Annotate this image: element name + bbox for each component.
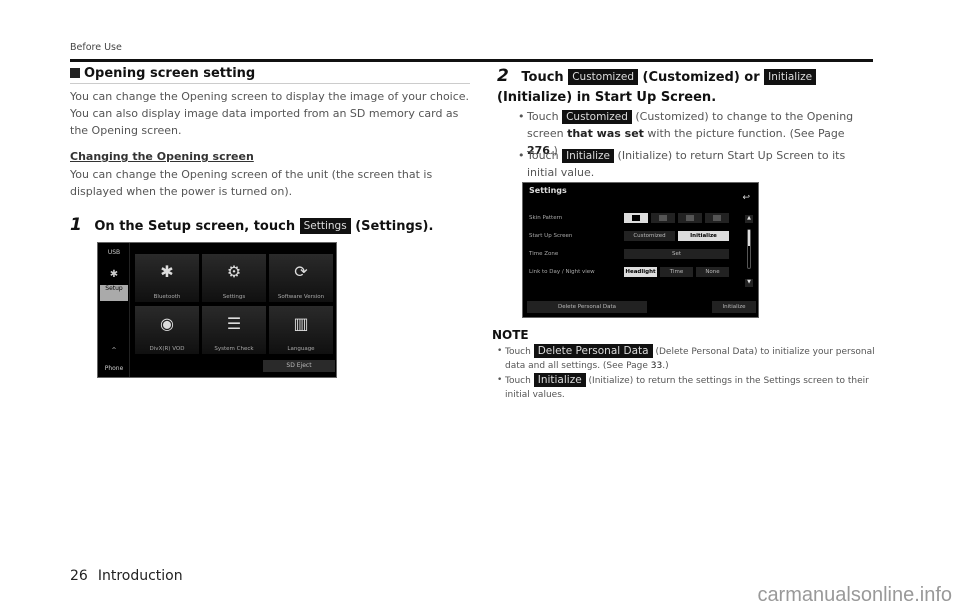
square-bullet-icon xyxy=(70,68,80,78)
tile-label: System Check xyxy=(214,346,254,352)
bullet-bold: that was set xyxy=(567,127,644,140)
scroll-thumb xyxy=(748,230,750,246)
tile-label: Bluetooth xyxy=(153,294,181,300)
back-icon: ↩ xyxy=(742,193,750,203)
tile-divx: ◉ DivX(R) VOD xyxy=(135,306,199,354)
note-text: .) xyxy=(662,361,669,371)
time-zone-set-button: Set xyxy=(624,249,729,259)
wrench-gear-icon: ⚙ xyxy=(226,262,242,281)
section-label: Before Use xyxy=(70,42,122,53)
refresh-icon: ⟳ xyxy=(294,262,308,281)
none-option: None xyxy=(696,267,729,277)
bullet-text: with the picture function. (See Page xyxy=(647,127,845,140)
section-title: Opening screen setting xyxy=(70,66,470,84)
row-time-zone: Time Zone xyxy=(529,251,559,257)
tile-system-check: ☰ System Check xyxy=(202,306,266,354)
tile-settings: ⚙ Settings xyxy=(202,254,266,302)
scrollbar: ▲ ▼ xyxy=(745,215,753,287)
header-rule xyxy=(70,59,873,62)
skin-swatch-2 xyxy=(651,213,675,223)
tile-label: Settings xyxy=(222,294,246,300)
section-title-text: Opening screen setting xyxy=(84,66,256,81)
page-footer: 26 Introduction xyxy=(70,568,193,584)
sd-eject-button: SD Eject xyxy=(263,360,335,372)
step-1: 1 On the Setup screen, touch Settings (S… xyxy=(70,215,433,235)
initialize-chip: Initialize xyxy=(533,373,586,387)
step-text: On the Setup screen, touch xyxy=(94,219,296,234)
checklist-icon: ☰ xyxy=(226,314,242,333)
tile-bluetooth: ✱ Bluetooth xyxy=(135,254,199,302)
customized-chip: Customized xyxy=(562,110,632,124)
bluetooth-icon: ✱ xyxy=(109,269,119,280)
initialize-button: Initialize xyxy=(712,301,756,313)
time-option: Time xyxy=(660,267,693,277)
step-text-end: (Settings). xyxy=(355,219,434,234)
setup-sidebar: USB ✱ Setup ^ Phone xyxy=(98,243,130,377)
settings-screen-image: Settings ↩ Skin Pattern Start Up Screen … xyxy=(522,182,759,318)
book-icon: ▥ xyxy=(293,314,309,333)
tile-software-version: ⟳ Software Version xyxy=(269,254,333,302)
skin-swatch-4 xyxy=(705,213,729,223)
scroll-up-icon: ▲ xyxy=(745,215,753,223)
step-number: 1 xyxy=(70,215,82,235)
watermark: carmanualsonline.info xyxy=(757,584,952,606)
row-skin-pattern: Skin Pattern xyxy=(529,215,563,221)
tile-label: DivX(R) VOD xyxy=(149,346,185,352)
initialize-chip: Initialize xyxy=(562,149,615,163)
step-2: 2 Touch Customized (Customized) or Initi… xyxy=(497,66,877,108)
tile-label: Language xyxy=(287,346,315,352)
customized-option: Customized xyxy=(624,231,675,241)
bullet-initialize: Touch Initialize (Initialize) to return … xyxy=(518,147,877,181)
headlight-option: Headlight xyxy=(624,267,657,277)
intro-paragraph: You can change the Opening screen to dis… xyxy=(70,90,470,137)
settings-chip: Settings xyxy=(299,218,351,234)
bullet-text: Touch xyxy=(527,149,559,162)
sidebar-item-usb: USB xyxy=(107,249,121,256)
disc-icon: ◉ xyxy=(160,314,174,333)
row-start-up-screen: Start Up Screen xyxy=(529,233,573,239)
page-reference: 33 xyxy=(650,361,663,371)
chevron-up-icon: ^ xyxy=(111,347,117,354)
skin-swatch-1 xyxy=(624,213,648,223)
tile-language: ▥ Language xyxy=(269,306,333,354)
sidebar-item-setup: Setup xyxy=(100,285,128,301)
delete-personal-data-button: Delete Personal Data xyxy=(527,301,647,313)
tile-label: Software Version xyxy=(277,294,325,300)
initialize-option: Initialize xyxy=(678,231,729,241)
sub-heading: Changing the Opening screen xyxy=(70,150,254,163)
step-number: 2 xyxy=(497,66,509,86)
scroll-track xyxy=(747,229,751,269)
row-link-day-night: Link to Day / Night view xyxy=(529,269,595,275)
note-item-initialize: Touch Initialize (Initialize) to return … xyxy=(497,373,875,402)
step-text-end: (Initialize) in Start Up Screen. xyxy=(497,90,717,105)
chapter-name: Introduction xyxy=(97,568,183,584)
step-text-mid: (Customized) or xyxy=(642,70,760,85)
sub-paragraph: You can change the Opening screen of the… xyxy=(70,168,433,198)
skin-swatch-3 xyxy=(678,213,702,223)
initialize-chip: Initialize xyxy=(764,69,817,85)
note-text: Touch xyxy=(505,347,531,357)
note-item-delete: Touch Delete Personal Data (Delete Perso… xyxy=(497,344,875,373)
bullet-text: Touch xyxy=(527,110,559,123)
scroll-down-icon: ▼ xyxy=(745,279,753,287)
note-title: NOTE xyxy=(492,328,529,342)
page-number: 26 xyxy=(70,568,88,584)
step-text: Touch xyxy=(521,70,564,85)
delete-personal-data-chip: Delete Personal Data xyxy=(533,344,653,358)
sidebar-item-phone: Phone xyxy=(104,365,124,372)
note-text: Touch xyxy=(505,376,531,386)
customized-chip: Customized xyxy=(568,69,638,85)
setup-screen-image: USB ✱ Setup ^ Phone ✱ Bluetooth ⚙ Settings… xyxy=(97,242,337,378)
bluetooth-icon: ✱ xyxy=(160,262,174,281)
settings-title: Settings xyxy=(529,186,567,195)
